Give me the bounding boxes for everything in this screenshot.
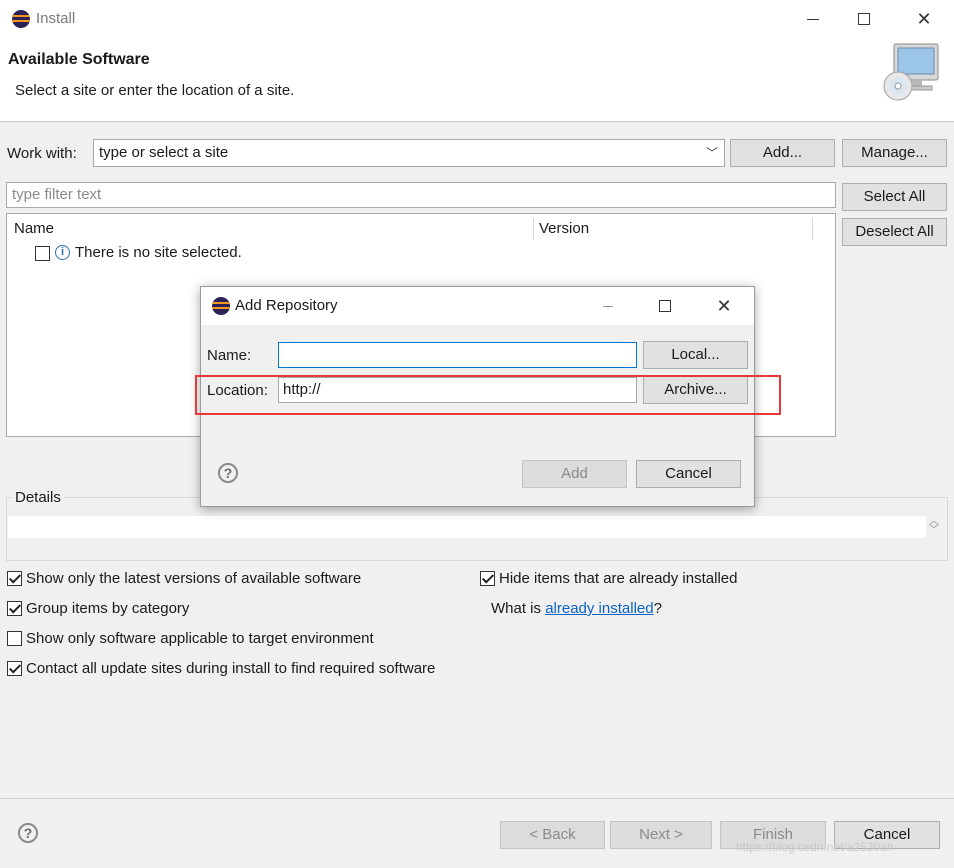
- filter-placeholder: type filter text: [12, 186, 102, 203]
- minimize-icon[interactable]: [794, 0, 834, 38]
- minimize-icon[interactable]: [588, 287, 628, 325]
- show-latest-label: Show only the latest versions of availab…: [26, 570, 362, 587]
- add-site-button[interactable]: Add...: [730, 139, 835, 167]
- eclipse-icon: [212, 297, 230, 315]
- close-icon[interactable]: ✕: [904, 0, 944, 38]
- what-is-suffix: ?: [653, 600, 662, 617]
- info-icon: i: [55, 245, 70, 260]
- page-title: Available Software: [8, 51, 150, 68]
- work-with-value: type or select a site: [99, 144, 229, 161]
- back-button[interactable]: < Back: [500, 821, 605, 849]
- show-latest-checkbox[interactable]: [7, 571, 22, 586]
- details-label: Details: [12, 489, 64, 506]
- repository-name-input[interactable]: [278, 342, 637, 368]
- spinner-icon[interactable]: ︿ ﹀: [929, 517, 939, 536]
- help-icon[interactable]: ?: [218, 463, 238, 483]
- work-with-combo[interactable]: type or select a site ﹀: [93, 139, 725, 167]
- next-button[interactable]: Next >: [610, 821, 712, 849]
- deselect-all-button[interactable]: Deselect All: [842, 218, 947, 246]
- help-icon[interactable]: ?: [18, 823, 38, 843]
- eclipse-icon: [12, 10, 30, 28]
- footer-divider: [0, 798, 954, 799]
- already-installed-link[interactable]: already installed: [545, 600, 653, 617]
- column-header-version[interactable]: Version: [539, 220, 589, 237]
- no-site-message: There is no site selected.: [75, 244, 242, 261]
- filter-input[interactable]: type filter text: [6, 182, 836, 208]
- dialog-titlebar: Add Repository ✕: [201, 287, 754, 325]
- hide-installed-checkbox[interactable]: [480, 571, 495, 586]
- name-label: Name:: [207, 347, 252, 364]
- window-titlebar: Install ✕: [0, 0, 954, 38]
- dialog-add-button[interactable]: Add: [522, 460, 627, 488]
- watermark: https://blog.csdn.net/a2530ah: [736, 840, 894, 854]
- contact-sites-label: Contact all update sites during install …: [26, 660, 436, 677]
- work-with-label: Work with:: [7, 145, 77, 162]
- maximize-icon[interactable]: [844, 0, 884, 38]
- chevron-down-icon: ﹀: [706, 146, 719, 160]
- contact-sites-checkbox[interactable]: [7, 661, 22, 676]
- column-header-name[interactable]: Name: [14, 220, 54, 237]
- maximize-icon[interactable]: [645, 287, 685, 325]
- group-by-category-label: Group items by category: [26, 600, 190, 617]
- what-is-installed-text: What is already installed?: [491, 600, 662, 617]
- close-icon[interactable]: ✕: [704, 287, 744, 325]
- manage-button[interactable]: Manage...: [842, 139, 947, 167]
- column-divider: [812, 218, 813, 240]
- page-subtitle: Select a site or enter the location of a…: [15, 82, 295, 99]
- window-title: Install: [36, 10, 76, 27]
- page-header: Available Software Select a site or ente…: [0, 38, 954, 122]
- column-divider: [533, 218, 534, 240]
- highlight-box: [195, 375, 781, 415]
- what-is-prefix: What is: [491, 600, 546, 617]
- dialog-cancel-button[interactable]: Cancel: [636, 460, 741, 488]
- select-all-button[interactable]: Select All: [842, 183, 947, 211]
- row-checkbox[interactable]: [35, 246, 50, 261]
- group-by-category-checkbox[interactable]: [7, 601, 22, 616]
- dialog-title: Add Repository: [235, 297, 338, 314]
- details-text: [8, 516, 926, 538]
- hide-installed-label: Hide items that are already installed: [499, 570, 738, 587]
- install-wizard-icon: [880, 42, 944, 102]
- show-applicable-checkbox[interactable]: [7, 631, 22, 646]
- local-button[interactable]: Local...: [643, 341, 748, 369]
- show-applicable-label: Show only software applicable to target …: [26, 630, 374, 647]
